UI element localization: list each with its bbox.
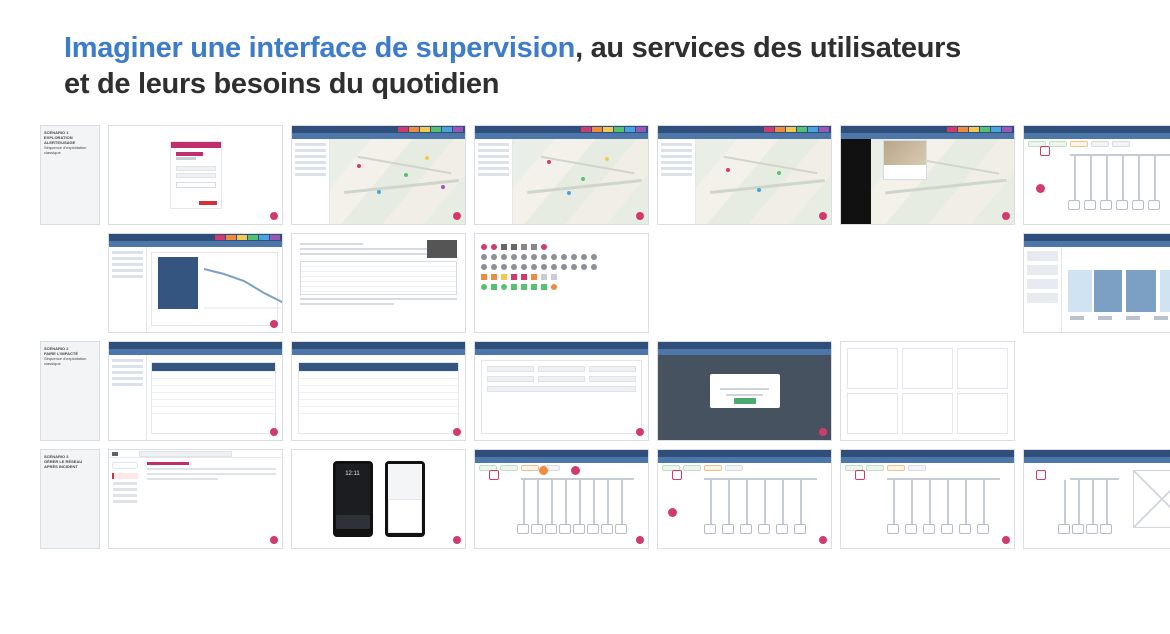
thumb-cards-grid[interactable] (840, 341, 1015, 441)
login-title (176, 152, 204, 156)
scenario-subtitle: Séquence d'exploitation classique (44, 145, 96, 155)
thumb-synoptic-wireframe[interactable] (1023, 449, 1170, 549)
thumb-map-overview[interactable] (474, 125, 649, 225)
gallery-spacer (657, 233, 832, 333)
login-card (170, 141, 222, 209)
thumb-form[interactable] (474, 341, 649, 441)
thumb-icon-palette[interactable] (474, 233, 649, 333)
phone-sheet (385, 461, 425, 537)
menu-icon[interactable] (112, 452, 118, 456)
scenario-card-2: SCÉNARIO 2 FAIRE L'IMPACTÉ Séquence d'ex… (40, 341, 100, 441)
page-headline: Imaginer une interface de supervision, a… (64, 30, 964, 103)
thumb-email-client[interactable] (108, 449, 283, 549)
search-input[interactable] (139, 451, 232, 457)
thumb-confirm-modal[interactable] (657, 341, 832, 441)
fab-icon (270, 212, 278, 220)
thumb-map-overview[interactable] (291, 125, 466, 225)
modal-confirm-button[interactable] (734, 398, 756, 404)
thumb-map-overview[interactable] (657, 125, 832, 225)
scenario-card-3: SCÉNARIO 3 GÉRER LE RÉSEAU APRÈS INCIDEN… (40, 449, 100, 549)
compose-button[interactable] (112, 462, 138, 469)
modal-dialog (710, 374, 780, 408)
thumb-synoptic[interactable] (840, 449, 1015, 549)
thumb-dashboard-chart[interactable] (108, 233, 283, 333)
brand-logo-icon (199, 201, 217, 205)
gallery-row-4: SCÉNARIO 3 GÉRER LE RÉSEAU APRÈS INCIDEN… (40, 449, 1130, 549)
inbox-item[interactable] (112, 473, 138, 479)
thumb-map-with-photo[interactable] (840, 125, 1015, 225)
thumb-login[interactable] (108, 125, 283, 225)
scenario-card-1: SCÉNARIO 1 EXPLORATION ALERTE/USAGE Séqu… (40, 125, 100, 225)
scenario-title: EXPLORATION ALERTE/USAGE (44, 135, 96, 145)
gallery-row-2 (40, 233, 1130, 333)
thumb-data-table[interactable] (108, 341, 283, 441)
photo-popover (883, 140, 927, 180)
thumb-mobile-screens[interactable]: 12:11 (291, 449, 466, 549)
phone-lockscreen: 12:11 (333, 461, 373, 537)
placeholder-image-icon (1133, 470, 1170, 528)
thumb-data-table[interactable] (291, 341, 466, 441)
thumb-spec-document[interactable] (291, 233, 466, 333)
gallery-row-3: SCÉNARIO 2 FAIRE L'IMPACTÉ Séquence d'ex… (40, 341, 1130, 441)
screenshot-gallery: SCÉNARIO 1 EXPLORATION ALERTE/USAGE Séqu… (40, 125, 1130, 549)
thumb-timeline[interactable] (1023, 233, 1170, 333)
login-product (176, 157, 196, 160)
gallery-spacer (1023, 341, 1170, 441)
login-signin (176, 182, 216, 188)
gallery-row-1: SCÉNARIO 1 EXPLORATION ALERTE/USAGE Séqu… (40, 125, 1130, 225)
gallery-spacer (840, 233, 1015, 333)
thumb-synoptic[interactable] (474, 449, 649, 549)
thumb-synoptic-wide[interactable] (1023, 125, 1170, 225)
headline-emphasis: Imaginer une interface de supervision (64, 32, 575, 64)
notification-toast (336, 515, 370, 529)
gallery-spacer (40, 233, 100, 333)
dark-side-panel (841, 139, 871, 224)
thumb-synoptic[interactable] (657, 449, 832, 549)
